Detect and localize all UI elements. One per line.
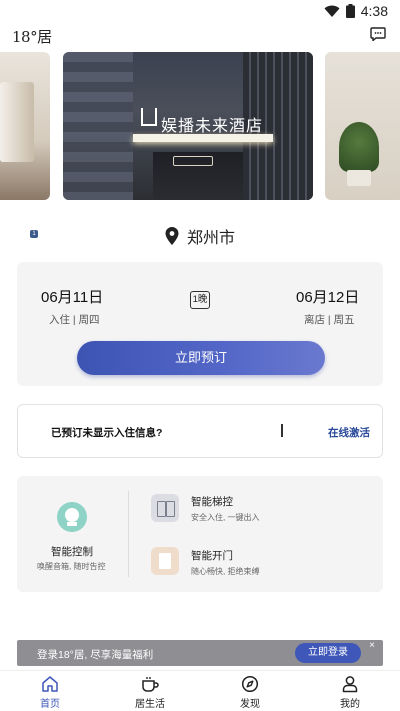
person-icon — [342, 676, 358, 693]
battery-icon — [345, 4, 355, 18]
nav-discover-label: 发现 — [240, 699, 260, 710]
checkout-label: 离店 | 周五 — [304, 314, 355, 326]
door-icon[interactable] — [151, 547, 179, 575]
message-icon[interactable] — [370, 27, 386, 41]
nav-profile-label: 我的 — [340, 699, 360, 710]
smart-elevator-title[interactable]: 智能梯控 — [191, 494, 233, 509]
login-banner-text: 登录18°居, 尽享海量福利 — [37, 649, 154, 661]
smart-services-card: 智能控制 唤醒音箱, 随时告控 智能梯控 安全入住, 一键出入 智能开门 随心畅… — [17, 476, 383, 592]
nav-profile[interactable]: 我的 — [320, 675, 380, 710]
carousel-slide-current[interactable]: 娱播未来酒店 — [63, 52, 313, 200]
login-now-button[interactable]: 立即登录 — [295, 643, 361, 663]
status-icons: 4:38 — [324, 3, 388, 19]
activate-online-link[interactable]: 在线激活 — [328, 425, 370, 440]
hotel-carousel[interactable]: 娱播未来酒店 1 — [0, 52, 400, 238]
app-logo: 18°居 — [12, 28, 52, 46]
checkout-date[interactable]: 06月12日 — [296, 286, 359, 307]
checkin-label: 入住 | 周四 — [49, 314, 100, 326]
smart-elevator-subtitle: 安全入住, 一键出入 — [191, 513, 260, 522]
elevator-icon[interactable] — [151, 494, 179, 522]
smart-control-title[interactable]: 智能控制 — [51, 544, 93, 559]
status-time: 4:38 — [360, 3, 388, 19]
close-icon[interactable]: × — [369, 640, 375, 651]
nav-home[interactable]: 首页 — [20, 675, 80, 710]
nav-living-label: 居生活 — [135, 699, 165, 710]
location-pin-icon — [165, 227, 179, 245]
hotel-sign: 娱播未来酒店 — [161, 118, 264, 135]
carousel-slide-prev[interactable] — [0, 52, 50, 200]
smart-door-title[interactable]: 智能开门 — [191, 548, 233, 563]
bottom-nav: 首页 居生活 发现 我的 — [0, 670, 400, 711]
login-banner: 登录18°居, 尽享海量福利 立即登录 × — [17, 640, 383, 666]
nights-badge: 1晚 — [190, 291, 210, 309]
checkin-date[interactable]: 06月11日 — [41, 286, 103, 307]
nav-living[interactable]: 居生活 — [120, 675, 180, 710]
wifi-icon — [324, 5, 340, 17]
compass-icon — [241, 675, 259, 693]
status-bar: 4:38 — [0, 0, 400, 24]
carousel-slide-next[interactable] — [325, 52, 400, 200]
book-now-button[interactable]: 立即预订 — [77, 341, 325, 375]
smart-control-subtitle: 唤醒音箱, 随时告控 — [37, 562, 106, 571]
activate-card: 已预订未显示入住信息? 在线激活 — [17, 404, 383, 458]
divider — [128, 491, 129, 577]
city-name: 郑州市 — [186, 230, 235, 247]
home-icon — [42, 676, 58, 692]
app-header: 18°居 — [0, 24, 400, 48]
plant-image — [339, 122, 379, 172]
activate-question: 已预订未显示入住信息? — [51, 427, 163, 439]
divider — [281, 424, 283, 437]
smart-speaker-icon[interactable] — [57, 502, 87, 532]
smart-door-subtitle: 随心畅快, 拒绝束缚 — [191, 567, 260, 576]
hotel-logo-icon — [141, 108, 157, 126]
nav-home-label: 首页 — [40, 699, 60, 710]
booking-card: 06月11日 入住 | 周四 1晚 06月12日 离店 | 周五 立即预订 — [17, 262, 383, 386]
nav-discover[interactable]: 发现 — [220, 675, 280, 710]
cup-icon — [142, 677, 159, 692]
city-selector[interactable]: 郑州市 — [0, 224, 400, 248]
